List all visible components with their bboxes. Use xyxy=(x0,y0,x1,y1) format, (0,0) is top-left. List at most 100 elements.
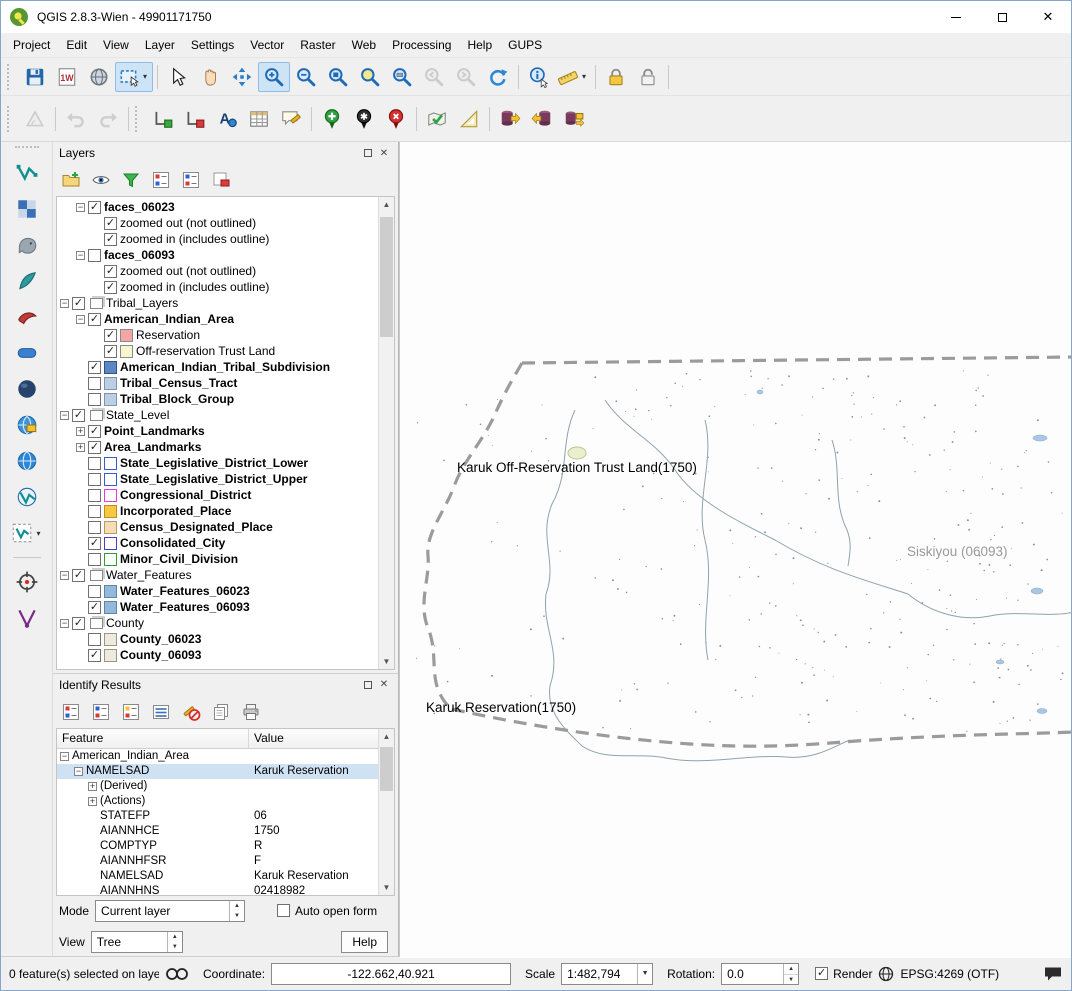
identify-cursor-button[interactable] xyxy=(162,62,194,92)
unlock-button[interactable] xyxy=(632,62,664,92)
scrollbar-thumb[interactable] xyxy=(380,747,393,791)
coordinate-input[interactable]: -122.662,40.921 xyxy=(271,963,511,985)
toolbar-grip[interactable] xyxy=(15,146,39,151)
visibility-checkbox[interactable]: ✓ xyxy=(88,313,101,326)
identify-scrollbar[interactable]: ▲ ▼ xyxy=(378,729,394,895)
visibility-checkbox[interactable]: ✓ xyxy=(88,441,101,454)
layer-row[interactable]: ✓American_Indian_Tribal_Subdivision xyxy=(57,359,378,375)
add-raster-layer-button[interactable] xyxy=(10,193,44,225)
crs-globe-icon[interactable] xyxy=(878,966,894,982)
view-select[interactable]: Tree ▲▼ xyxy=(91,931,183,953)
marker-black-button[interactable] xyxy=(348,104,380,134)
chevron-down-icon[interactable]: ▾ xyxy=(140,72,150,81)
layer-row[interactable]: Tribal_Block_Group xyxy=(57,391,378,407)
layer-row[interactable]: −faces_06093 xyxy=(57,247,378,263)
collapse-icon[interactable]: − xyxy=(60,299,69,308)
visibility-checkbox[interactable]: ✓ xyxy=(72,617,85,630)
visibility-checkbox[interactable]: ✓ xyxy=(88,649,101,662)
layer-row[interactable]: ✓zoomed out (not outlined) xyxy=(57,215,378,231)
layer-row[interactable]: State_Legislative_District_Lower xyxy=(57,455,378,471)
zoom-last-button[interactable] xyxy=(418,62,450,92)
add-wfs-layer-button[interactable] xyxy=(10,481,44,513)
layers-scrollbar[interactable]: ▲ ▼ xyxy=(378,197,394,669)
maximize-button[interactable] xyxy=(979,2,1025,33)
visibility-checkbox[interactable] xyxy=(88,377,101,390)
close-panel-button[interactable]: ✕ xyxy=(376,146,392,160)
zoom-to-selection-button[interactable] xyxy=(354,62,386,92)
visibility-checkbox[interactable]: ✓ xyxy=(88,201,101,214)
lock-button[interactable] xyxy=(600,62,632,92)
visibility-checkbox[interactable] xyxy=(88,585,101,598)
add-spatialite-layer-button[interactable] xyxy=(10,265,44,297)
menu-item-gups[interactable]: GUPS xyxy=(500,33,550,57)
add-wcs-layer-button[interactable] xyxy=(10,445,44,477)
float-panel-button[interactable] xyxy=(360,678,376,692)
expand-icon[interactable]: + xyxy=(76,443,85,452)
collapse-icon[interactable]: − xyxy=(60,619,69,628)
menu-item-processing[interactable]: Processing xyxy=(384,33,459,57)
layer-row[interactable]: ✓County_06093 xyxy=(57,647,378,663)
expand-icon[interactable]: + xyxy=(88,782,97,791)
float-panel-button[interactable] xyxy=(360,146,376,160)
visibility-checkbox[interactable]: ✓ xyxy=(72,569,85,582)
collapse-icon[interactable]: − xyxy=(60,752,69,761)
identify-row[interactable]: COMPTYPR xyxy=(57,839,378,854)
visibility-checkbox[interactable]: ✓ xyxy=(88,361,101,374)
column-header-feature[interactable]: Feature xyxy=(57,729,249,748)
geometry-checker-button[interactable] xyxy=(453,104,485,134)
layer-row[interactable]: ✓Water_Features_06093 xyxy=(57,599,378,615)
layer-row[interactable]: ✓zoomed out (not outlined) xyxy=(57,263,378,279)
render-checkbox[interactable]: ✓ xyxy=(815,967,828,980)
layer-row[interactable]: Congressional_District xyxy=(57,487,378,503)
menu-item-project[interactable]: Project xyxy=(5,33,58,57)
visibility-checkbox[interactable] xyxy=(88,633,101,646)
visibility-checkbox[interactable] xyxy=(88,457,101,470)
identify-row[interactable]: +(Derived) xyxy=(57,779,378,794)
clear-results-button[interactable] xyxy=(177,699,205,725)
menu-item-web[interactable]: Web xyxy=(344,33,384,57)
messages-icon[interactable] xyxy=(1043,966,1063,982)
add-wms-layer-button[interactable] xyxy=(10,409,44,441)
list-view-button[interactable] xyxy=(147,699,175,725)
visibility-checkbox[interactable]: ✓ xyxy=(72,297,85,310)
data-import-button[interactable] xyxy=(494,104,526,134)
scroll-down-icon[interactable]: ▼ xyxy=(379,654,394,669)
menu-item-raster[interactable]: Raster xyxy=(292,33,343,57)
minimize-button[interactable] xyxy=(933,2,979,33)
menu-item-edit[interactable]: Edit xyxy=(58,33,95,57)
toolbar-grip[interactable] xyxy=(135,106,142,132)
data-export-button[interactable] xyxy=(526,104,558,134)
expand-new-results-button[interactable] xyxy=(117,699,145,725)
collapse-tree-button[interactable] xyxy=(87,699,115,725)
save-button[interactable] xyxy=(19,62,51,92)
identify-features-button[interactable] xyxy=(523,62,555,92)
collapse-all-button[interactable] xyxy=(177,167,205,193)
identify-row[interactable]: AIANNHNS02418982 xyxy=(57,884,378,895)
collapse-icon[interactable]: − xyxy=(76,315,85,324)
menu-item-view[interactable]: View xyxy=(95,33,137,57)
refresh-button[interactable] xyxy=(482,62,514,92)
layer-row[interactable]: −✓American_Indian_Area xyxy=(57,311,378,327)
layer-row[interactable]: −✓Tribal_Layers xyxy=(57,295,378,311)
pan-button[interactable] xyxy=(194,62,226,92)
layer-row[interactable]: −✓faces_06023 xyxy=(57,199,378,215)
chevron-down-icon[interactable]: ▾ xyxy=(34,529,44,538)
node-red-button[interactable] xyxy=(179,104,211,134)
layer-row[interactable]: State_Legislative_District_Upper xyxy=(57,471,378,487)
zoom-next-button[interactable] xyxy=(450,62,482,92)
chevron-down-icon[interactable]: ▾ xyxy=(579,72,589,81)
visibility-checkbox[interactable] xyxy=(88,521,101,534)
protractor-button[interactable] xyxy=(19,104,51,134)
visibility-checkbox[interactable] xyxy=(88,553,101,566)
identify-row[interactable]: AIANNHFSRF xyxy=(57,854,378,869)
identify-row[interactable]: NAMELSADKaruk Reservation xyxy=(57,869,378,884)
copy-button[interactable] xyxy=(207,699,235,725)
layer-row[interactable]: +✓Area_Landmarks xyxy=(57,439,378,455)
visibility-checkbox[interactable] xyxy=(88,249,101,262)
remove-layer-button[interactable] xyxy=(207,167,235,193)
collapse-icon[interactable]: − xyxy=(60,411,69,420)
menu-item-settings[interactable]: Settings xyxy=(183,33,242,57)
layer-row[interactable]: +✓Point_Landmarks xyxy=(57,423,378,439)
gps-tools-button[interactable] xyxy=(10,566,44,598)
print-button[interactable] xyxy=(237,699,265,725)
